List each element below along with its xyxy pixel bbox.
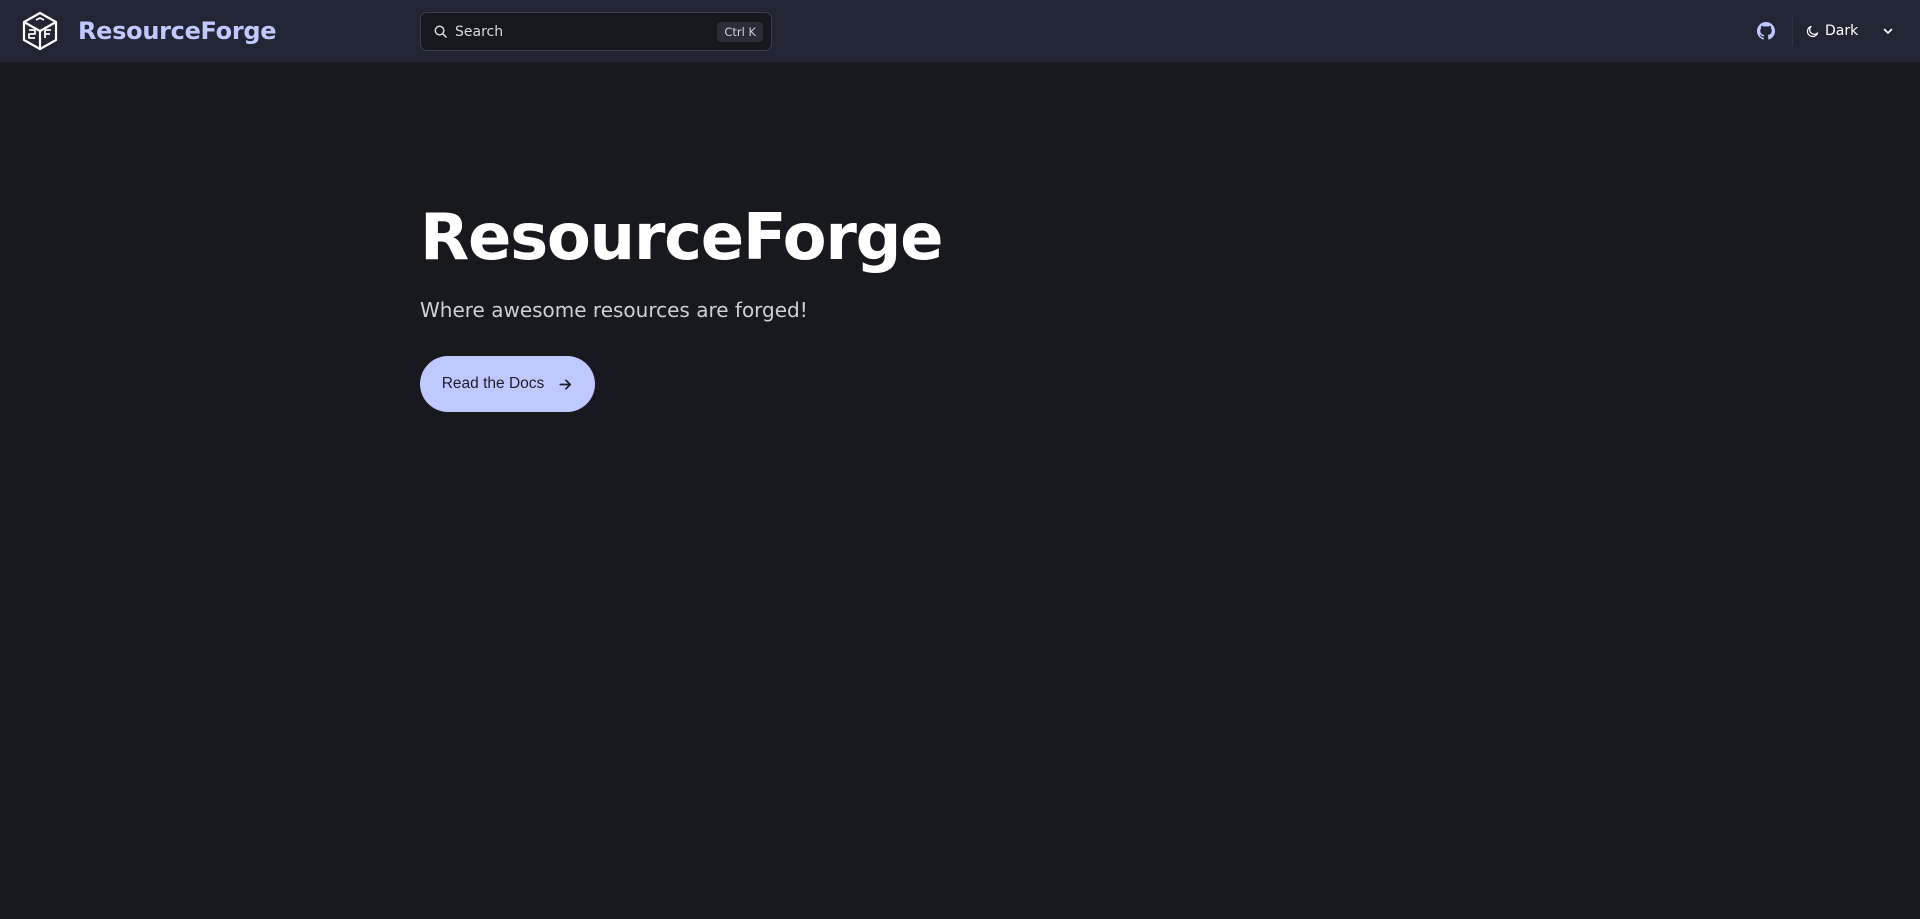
hero-section: ResourceForge Where awesome resources ar… xyxy=(420,190,944,412)
top-navbar: ResourceForge Search Ctrl K Dark xyxy=(0,0,1920,62)
navbar-divider xyxy=(1792,16,1793,46)
hero-tagline: Where awesome resources are forged! xyxy=(420,298,808,322)
brand-link[interactable]: ResourceForge xyxy=(22,11,277,51)
read-the-docs-label: Read the Docs xyxy=(441,375,545,392)
read-the-docs-button[interactable]: Read the Docs xyxy=(420,356,595,412)
search-shortcut-badge: Ctrl K xyxy=(717,22,763,42)
search-icon xyxy=(434,25,447,38)
cube-logo-icon xyxy=(22,11,58,51)
arrow-right-icon xyxy=(559,378,572,390)
search-placeholder: Search xyxy=(455,23,504,40)
hero-title: ResourceForge xyxy=(420,201,944,275)
moon-icon xyxy=(1806,25,1819,37)
theme-label: Dark xyxy=(1825,23,1859,39)
search-button[interactable]: Search Ctrl K xyxy=(420,12,772,51)
brand-name: ResourceForge xyxy=(78,17,277,45)
theme-select[interactable]: Dark xyxy=(1806,19,1894,43)
github-icon[interactable] xyxy=(1757,22,1775,40)
chevron-down-icon xyxy=(1883,28,1893,34)
